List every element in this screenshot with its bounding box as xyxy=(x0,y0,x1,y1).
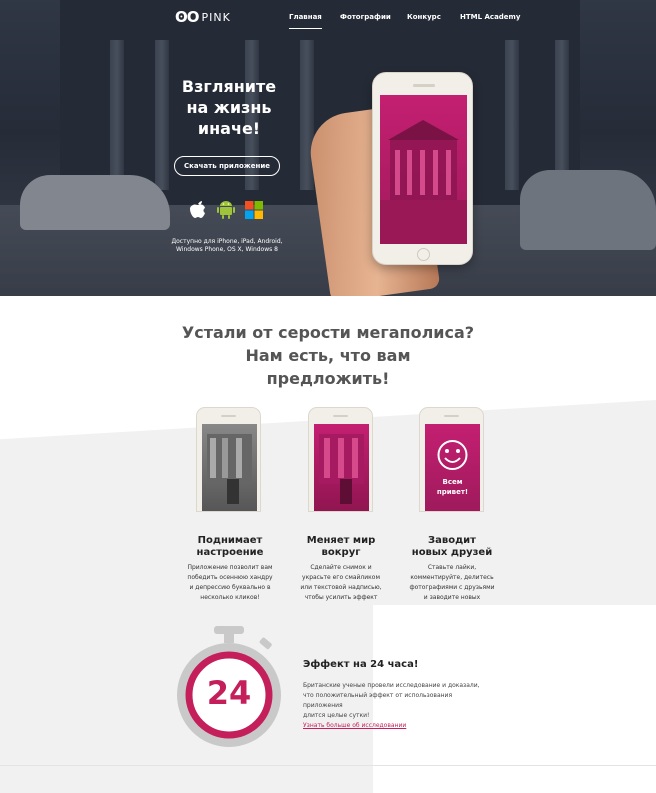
intro-line: Устали от серости мегаполиса? xyxy=(181,323,475,342)
hero-phone xyxy=(372,72,473,265)
effect-text: Британские ученые провели исследование и… xyxy=(303,681,493,721)
phone-home-button xyxy=(417,248,430,261)
feature-phone-1 xyxy=(196,407,261,512)
feature-title-line: Поднимает xyxy=(197,535,263,546)
phone-caption-line: Всем xyxy=(442,478,463,486)
effect-title: Эффект на 24 часа! xyxy=(303,659,419,670)
phone-caption: Всем привет! xyxy=(425,477,480,497)
availability-text: Доступно для iPhone, iPad, Android, Wind… xyxy=(165,238,289,254)
feature-text-line: победить осеннюю хандру xyxy=(187,574,273,581)
availability-line: Windows Phone, OS X, Windows 8 xyxy=(176,246,278,253)
hero-title-line: Взгляните xyxy=(181,77,277,96)
phone-speaker xyxy=(221,415,236,417)
hero-title-line: иначе! xyxy=(197,119,261,138)
nav-item-home[interactable]: Главная xyxy=(289,13,322,29)
intro-line: предложить! xyxy=(266,369,390,388)
download-app-button[interactable]: Скачать приложение xyxy=(174,156,280,176)
feature-title-mood: Поднимает настроение xyxy=(175,535,285,559)
windows-icon[interactable] xyxy=(245,201,263,223)
availability-line: Доступно для iPhone, iPad, Android, xyxy=(171,238,283,245)
feature-text-line: украсьте его смайликом xyxy=(302,574,380,581)
stopwatch-icon: 24 xyxy=(176,626,282,750)
feature-text-line: Ставьте лайки, xyxy=(427,564,477,571)
feature-text-world: Сделайте снимок и украсьте его смайликом… xyxy=(286,563,396,603)
hero-title: Взгляните на жизнь иначе! xyxy=(170,76,288,139)
feature-text-line: несколько кликов! xyxy=(200,594,260,601)
android-icon[interactable] xyxy=(217,199,235,223)
nav-item-photos[interactable]: Фотографии xyxy=(340,13,391,21)
feature-title-line: Меняет мир xyxy=(306,535,376,546)
phone-screen-magenta: Всем привет! xyxy=(425,424,480,511)
phone-speaker xyxy=(413,84,435,87)
platform-icons xyxy=(189,199,269,221)
feature-text-friends: Ставьте лайки, комментируйте, делитесь ф… xyxy=(397,563,507,603)
feature-text-line: комментируйте, делитесь xyxy=(410,574,494,581)
screen-building-photo xyxy=(380,120,467,244)
apple-icon[interactable] xyxy=(189,199,207,223)
nav-item-html-academy[interactable]: HTML Academy xyxy=(460,13,520,21)
feature-text-line: Сделайте снимок и xyxy=(310,564,372,571)
hero-section: ʘO PINK Главная Фотографии Конкурс HTML … xyxy=(0,0,656,296)
phone-speaker xyxy=(444,415,459,417)
effect-text-line: Британские ученые провели исследование и… xyxy=(303,682,480,689)
feature-text-line: и депрессию буквально в xyxy=(189,584,271,591)
intro-line: Нам есть, что вам xyxy=(245,346,411,365)
intro-heading: Устали от серости мегаполиса? Нам есть, … xyxy=(180,321,476,390)
screen-street-photo xyxy=(207,434,252,504)
feature-text-mood: Приложение позволит вам победить осеннюю… xyxy=(175,563,285,603)
feature-title-line: новых друзей xyxy=(411,547,493,558)
feature-phone-2 xyxy=(308,407,373,512)
hero-title-line: на жизнь xyxy=(186,98,272,117)
feature-text-line: Приложение позволит вам xyxy=(187,564,273,571)
feature-title-line: вокруг xyxy=(321,547,361,558)
feature-text-line: фотографиями с друзьями xyxy=(409,584,495,591)
effect-text-line: что положительный эффект от использовани… xyxy=(303,692,453,709)
phone-speaker xyxy=(333,415,348,417)
phone-screen-magenta xyxy=(314,424,369,511)
smiley-icon xyxy=(437,440,468,470)
feature-title-line: Заводит xyxy=(428,535,476,546)
logo[interactable]: ʘO PINK xyxy=(175,8,231,26)
effect-text-line: длится целые сутки! xyxy=(303,712,370,719)
feature-title-line: настроение xyxy=(196,547,264,558)
phone-caption-line: привет! xyxy=(436,488,469,496)
nav-item-contest[interactable]: Конкурс xyxy=(407,13,441,21)
feature-text-line: или текстовой надписью, xyxy=(300,584,382,591)
feature-text-line: чтобы усилить эффект xyxy=(304,594,378,601)
logo-text: PINK xyxy=(201,10,231,24)
feature-text-line: и заводите новых xyxy=(423,594,481,601)
section-divider xyxy=(0,765,656,766)
effect-number: 24 xyxy=(206,674,252,712)
phone-screen-gray xyxy=(202,424,257,511)
research-link[interactable]: Узнать больше об исследовании xyxy=(303,722,406,729)
feature-title-world: Меняет мир вокруг xyxy=(286,535,396,559)
phone-screen xyxy=(380,95,467,244)
feature-title-friends: Заводит новых друзей xyxy=(397,535,507,559)
screen-street-photo xyxy=(319,434,364,504)
logo-mark: ʘO xyxy=(175,8,199,26)
feature-phone-3: Всем привет! xyxy=(419,407,484,512)
